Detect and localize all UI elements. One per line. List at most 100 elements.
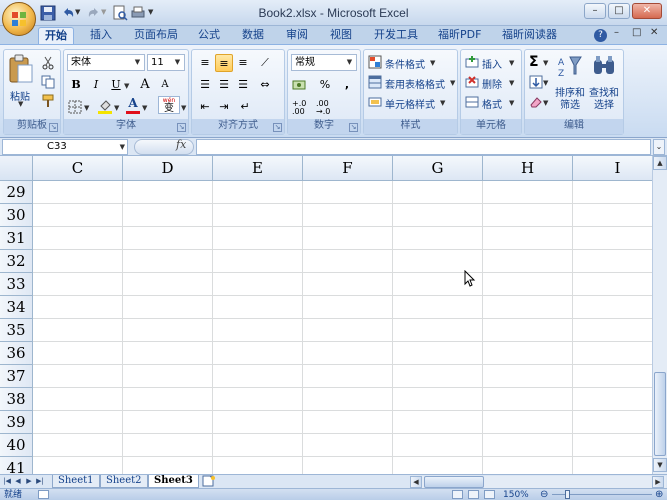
insert-cells-icon[interactable]	[465, 55, 479, 69]
align-middle-icon[interactable]: ≡	[215, 54, 233, 72]
fill-color-dropdown-icon[interactable]: ▼	[114, 104, 119, 112]
quick-print-icon[interactable]	[130, 5, 146, 21]
currency-icon[interactable]	[292, 78, 306, 92]
row-header-41[interactable]: 41	[0, 457, 33, 474]
insert-cells-dropdown-icon[interactable]: ▼	[509, 59, 514, 67]
row-header-36[interactable]: 36	[0, 342, 33, 365]
cell-styles-icon[interactable]	[368, 95, 382, 109]
sheet-tab-sheet3[interactable]: Sheet3	[148, 475, 199, 488]
borders-dropdown-icon[interactable]: ▼	[84, 104, 89, 112]
delete-cells-button[interactable]: 删除	[482, 76, 502, 91]
insert-sheet-icon[interactable]	[200, 475, 218, 487]
row-header-33[interactable]: 33	[0, 273, 33, 296]
format-cells-button[interactable]: 格式	[482, 96, 502, 111]
row-header-30[interactable]: 30	[0, 204, 33, 227]
font-size-combo[interactable]: 11 ▼	[147, 54, 185, 71]
row-header-29[interactable]: 29	[0, 181, 33, 204]
redo-icon[interactable]	[86, 5, 102, 21]
fill-color-icon[interactable]	[98, 98, 112, 114]
format-cells-dropdown-icon[interactable]: ▼	[509, 99, 514, 107]
borders-icon[interactable]	[68, 100, 82, 114]
autosum-icon[interactable]: Σ	[529, 54, 539, 70]
number-format-dropdown-icon[interactable]: ▼	[344, 55, 355, 70]
font-name-combo[interactable]: 宋体 ▼	[67, 54, 145, 71]
scroll-up-icon[interactable]: ▲	[653, 156, 667, 170]
name-box[interactable]: C33 ▼	[2, 139, 128, 155]
name-box-dropdown-icon[interactable]: ▼	[120, 140, 125, 154]
format-as-table-dropdown-icon[interactable]: ▼	[450, 79, 455, 87]
row-header-34[interactable]: 34	[0, 296, 33, 319]
scroll-down-icon[interactable]: ▼	[653, 458, 667, 472]
tab-data[interactable]: 数据	[236, 27, 270, 44]
prev-sheet-icon[interactable]: ◀	[13, 476, 23, 487]
phonetic-button[interactable]: wén 变	[158, 96, 180, 114]
scroll-right-icon[interactable]: ▶	[652, 476, 664, 488]
delete-cells-dropdown-icon[interactable]: ▼	[509, 79, 514, 87]
decrease-indent-icon[interactable]: ⇤	[196, 98, 214, 116]
autosum-dropdown-icon[interactable]: ▼	[543, 59, 548, 67]
align-center-icon[interactable]: ☰	[215, 76, 233, 94]
ribbon-close-icon[interactable]: ✕	[650, 27, 658, 38]
font-name-dropdown-icon[interactable]: ▼	[132, 55, 143, 70]
macro-record-icon[interactable]	[38, 490, 49, 499]
page-break-view-icon[interactable]	[484, 490, 495, 499]
first-sheet-icon[interactable]: |◀	[2, 476, 12, 487]
align-top-icon[interactable]: ≡	[196, 54, 214, 72]
underline-button[interactable]: U	[107, 76, 125, 94]
tab-review[interactable]: 审阅	[280, 27, 314, 44]
worksheet-grid[interactable]: CDEFGHI 29 30 31 32 33 34 35 36 37 38 39 40 41	[0, 156, 652, 474]
fill-dropdown-icon[interactable]: ▼	[543, 79, 548, 87]
last-sheet-icon[interactable]: ▶|	[35, 476, 45, 487]
format-as-table-button[interactable]: 套用表格格式	[385, 76, 445, 91]
vertical-scrollbar[interactable]: ▲ ▼	[652, 156, 667, 474]
formula-input[interactable]	[196, 139, 651, 155]
percent-button[interactable]: %	[316, 76, 334, 94]
tab-formulas[interactable]: 公式	[192, 27, 226, 44]
increase-indent-icon[interactable]: ⇥	[215, 98, 233, 116]
horizontal-scroll-thumb[interactable]	[424, 476, 484, 488]
minimize-button[interactable]: –	[584, 3, 606, 19]
select-all-corner[interactable]	[0, 156, 33, 181]
row-header-37[interactable]: 37	[0, 365, 33, 388]
customize-qat-icon[interactable]: ▼	[148, 8, 153, 16]
clear-icon[interactable]	[529, 95, 543, 109]
sort-filter-icon[interactable]: AZ	[557, 54, 583, 80]
tab-developer[interactable]: 开发工具	[368, 27, 424, 44]
tab-view[interactable]: 视图	[324, 27, 358, 44]
column-header-f[interactable]: F	[303, 156, 393, 181]
conditional-format-button[interactable]: 条件格式	[385, 56, 425, 71]
horizontal-scrollbar[interactable]: ◀ ▶	[410, 476, 666, 488]
cut-icon[interactable]	[41, 56, 55, 70]
sheet-tab-sheet2[interactable]: Sheet2	[100, 475, 148, 488]
find-select-icon[interactable]	[591, 54, 617, 80]
scroll-left-icon[interactable]: ◀	[410, 476, 422, 488]
font-color-dropdown-icon[interactable]: ▼	[142, 104, 147, 112]
increase-decimal-button[interactable]: +.0.00	[292, 100, 316, 116]
zoom-in-icon[interactable]: ⊕	[655, 489, 663, 500]
tab-foxit-pdf[interactable]: 福昕PDF	[432, 27, 487, 44]
row-header-35[interactable]: 35	[0, 319, 33, 342]
italic-button[interactable]: I	[87, 76, 105, 94]
orientation-icon[interactable]: ⟋	[256, 54, 274, 72]
help-icon[interactable]: ?	[594, 29, 607, 42]
close-button[interactable]: ✕	[632, 3, 662, 19]
column-header-e[interactable]: E	[213, 156, 303, 181]
number-launcher-icon[interactable]: ↘	[349, 123, 358, 132]
clipboard-launcher-icon[interactable]: ↘	[49, 123, 58, 132]
row-header-40[interactable]: 40	[0, 434, 33, 457]
redo-dropdown-icon[interactable]: ▼	[101, 8, 106, 16]
merge-center-icon[interactable]: ⇔	[256, 76, 274, 94]
clear-dropdown-icon[interactable]: ▼	[543, 99, 548, 107]
next-sheet-icon[interactable]: ▶	[24, 476, 34, 487]
sheet-tab-sheet1[interactable]: Sheet1	[52, 475, 100, 488]
column-header-c[interactable]: C	[33, 156, 123, 181]
number-format-combo[interactable]: 常规 ▼	[291, 54, 357, 71]
phonetic-dropdown-icon[interactable]: ▼	[181, 104, 186, 112]
find-select-button[interactable]: 查找和 选择	[587, 88, 621, 112]
tab-page-layout[interactable]: 页面布局	[128, 27, 184, 44]
row-header-38[interactable]: 38	[0, 388, 33, 411]
column-header-g[interactable]: G	[393, 156, 483, 181]
insert-cells-button[interactable]: 插入	[482, 56, 502, 71]
align-bottom-icon[interactable]: ≡	[234, 54, 252, 72]
restore-button[interactable]: □	[608, 3, 630, 19]
